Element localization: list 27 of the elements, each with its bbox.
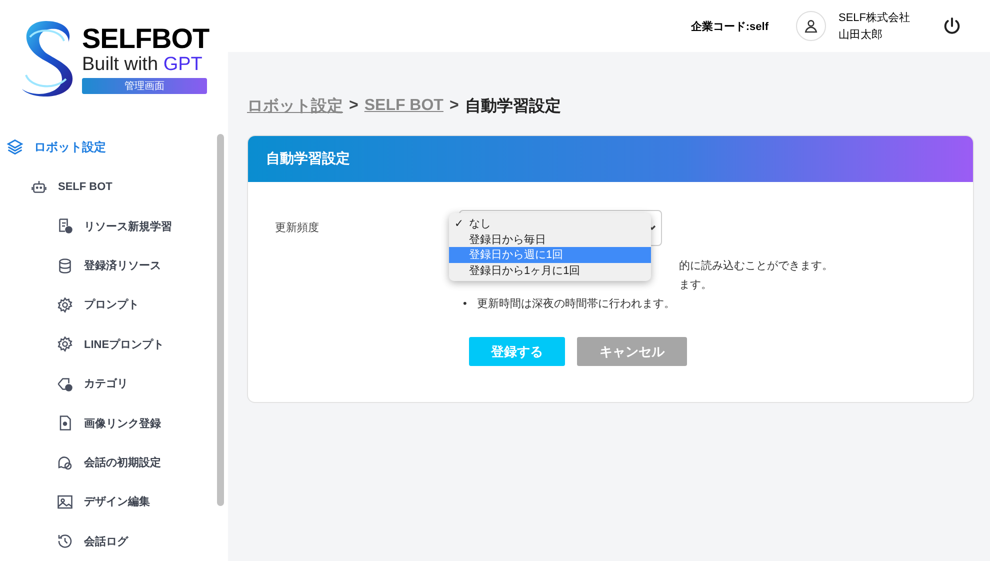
sidebar-item-label: カテゴリ [84, 377, 128, 392]
logo-title: SELFBOT [82, 24, 210, 54]
check-mark: ✓ [453, 217, 465, 230]
bullet: • [463, 296, 468, 310]
card-title: 自動学習設定 [248, 136, 973, 182]
sidebar-item-label: LINEプロンプト [84, 338, 164, 352]
breadcrumb-separator: > [349, 97, 358, 115]
breadcrumb-separator: > [449, 97, 459, 115]
company-code: 企業コード:self [690, 20, 768, 34]
sidebar-item-label: デザイン編集 [84, 494, 150, 510]
logo-subtitle: Built with GPT [82, 54, 204, 76]
admin-badge: 管理画面 [82, 78, 207, 94]
sidebar-item-label: 会話ログ [84, 534, 128, 549]
sidebar-item-label: 登録済リソース [84, 258, 161, 274]
sidebar-item-label: 会話の初期設定 [84, 456, 161, 470]
breadcrumb-current: 自動学習設定 [464, 96, 561, 116]
note-text: ます。 [679, 278, 712, 292]
sidebar-item-label: SELF BOT [58, 180, 112, 193]
sidebar-item-label: プロンプト [84, 298, 139, 312]
company-name: SELF株式会社 [838, 11, 910, 25]
sidebar-item-label: 画像リンク登録 [84, 416, 161, 431]
field-label: 更新頻度 [275, 220, 320, 236]
note-text: 更新時間は深夜の時間帯に行われます。 [477, 296, 675, 310]
sidebar-item-label: ロボット設定 [34, 138, 106, 156]
user-name: 山田太郎 [838, 28, 884, 42]
note-text: 的に読み込むことができます。 [679, 258, 833, 272]
sidebar-item-label: リソース新規学習 [84, 220, 172, 234]
